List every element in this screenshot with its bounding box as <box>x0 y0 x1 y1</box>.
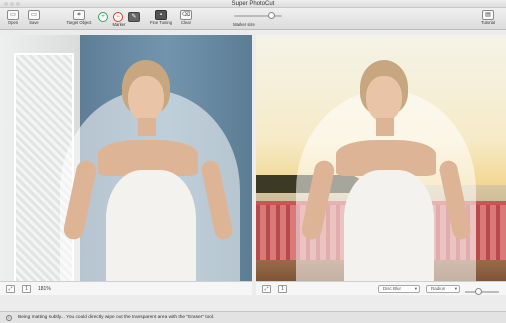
status-message: Being matting subtly... You could direct… <box>18 315 215 320</box>
title-bar: Super PhotoCut <box>0 0 506 8</box>
fit-to-screen-icon[interactable]: ⤢ <box>262 285 271 293</box>
bride-figure <box>40 50 240 291</box>
left-pane-footer: ⤢ 1 181% <box>0 281 252 295</box>
radius-value: Radius <box>431 286 446 291</box>
marker-label: Marker <box>112 22 126 27</box>
target-object-label: Target Object <box>66 20 92 25</box>
save-button[interactable]: ▭ Save <box>25 10 43 29</box>
original-image-canvas[interactable] <box>0 35 252 291</box>
clear-button[interactable]: ⌫ Clear <box>177 10 195 29</box>
open-button[interactable]: ▭ Open <box>4 10 22 29</box>
trash-icon: ⌫ <box>180 10 192 20</box>
tutorial-button[interactable]: ▤ Tutorial <box>477 10 499 29</box>
radius-select[interactable]: Radius ▾ <box>426 285 460 293</box>
tutorial-label: Tutorial <box>481 20 495 25</box>
marker-size-slider-knob[interactable] <box>268 12 275 19</box>
chevron-down-icon: ▾ <box>414 286 417 291</box>
save-label: Save <box>29 20 39 25</box>
window-title: Super PhotoCut <box>231 1 275 7</box>
blur-radius-slider[interactable] <box>465 291 499 293</box>
open-label: Open <box>7 20 19 25</box>
target-object-icon: ⌗ <box>73 10 85 20</box>
result-image-canvas[interactable] <box>256 35 506 291</box>
fit-to-screen-icon[interactable]: ⤢ <box>6 285 15 293</box>
toolbar: ▭ Open ▭ Save ⌗ Target Object + − ✎ Mark… <box>0 8 506 30</box>
lightbulb-icon: i <box>6 315 12 321</box>
blur-type-value: Disc Blur <box>383 286 402 291</box>
app-window: Super PhotoCut ▭ Open ▭ Save ⌗ Target Ob… <box>0 0 506 323</box>
marker-size-label: Marker size <box>233 22 255 27</box>
target-object-button[interactable]: ⌗ Target Object <box>62 10 96 29</box>
actual-size-icon[interactable]: 1 <box>278 285 287 293</box>
blur-radius-slider-knob[interactable] <box>475 288 482 295</box>
actual-size-icon[interactable]: 1 <box>22 285 31 293</box>
minus-circle-icon: − <box>113 12 123 22</box>
plus-circle-icon: + <box>98 12 108 22</box>
chevron-down-icon: ▾ <box>454 286 457 291</box>
clear-label: Clear <box>180 20 191 25</box>
fine-tuning-button[interactable]: ▪ Fine Tuning <box>148 10 174 29</box>
open-icon: ▭ <box>7 10 19 20</box>
blur-type-select[interactable]: Disc Blur ▾ <box>378 285 420 293</box>
eraser-icon: ✎ <box>128 12 140 22</box>
status-bar: i Being matting subtly... You could dire… <box>0 311 506 323</box>
fine-tuning-label: Fine Tuning <box>150 20 172 25</box>
zoom-level: 181% <box>38 286 51 292</box>
fine-tuning-icon: ▪ <box>155 10 167 20</box>
bride-figure-cutout <box>276 50 486 291</box>
save-icon: ▭ <box>28 10 40 20</box>
tutorial-icon: ▤ <box>482 10 494 20</box>
